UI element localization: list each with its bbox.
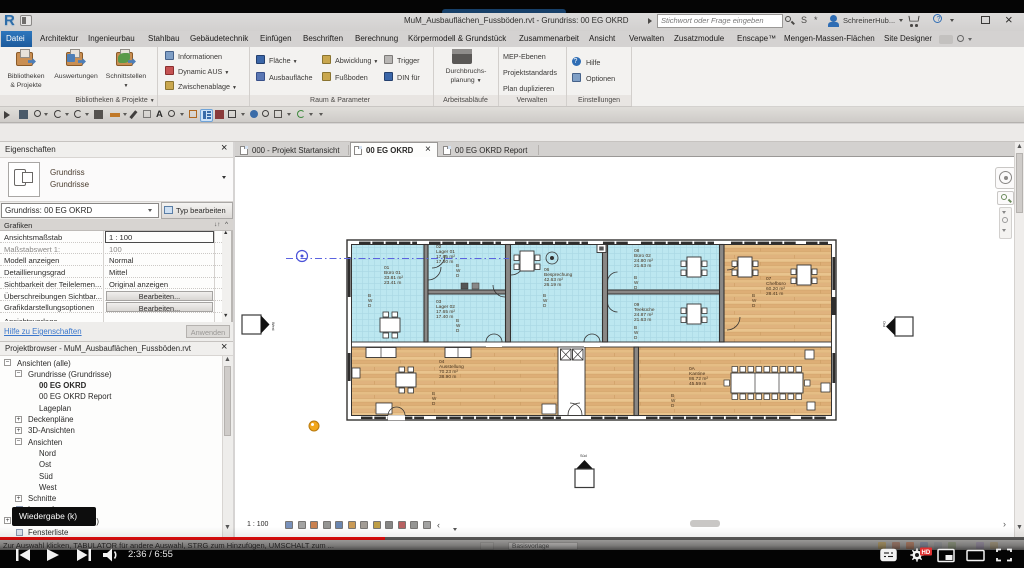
svg-text:West: West	[271, 322, 275, 332]
svg-text:Süd: Süd	[580, 454, 587, 458]
svg-text:HD: HD	[922, 550, 931, 556]
svg-text:Ost: Ost	[882, 321, 886, 328]
